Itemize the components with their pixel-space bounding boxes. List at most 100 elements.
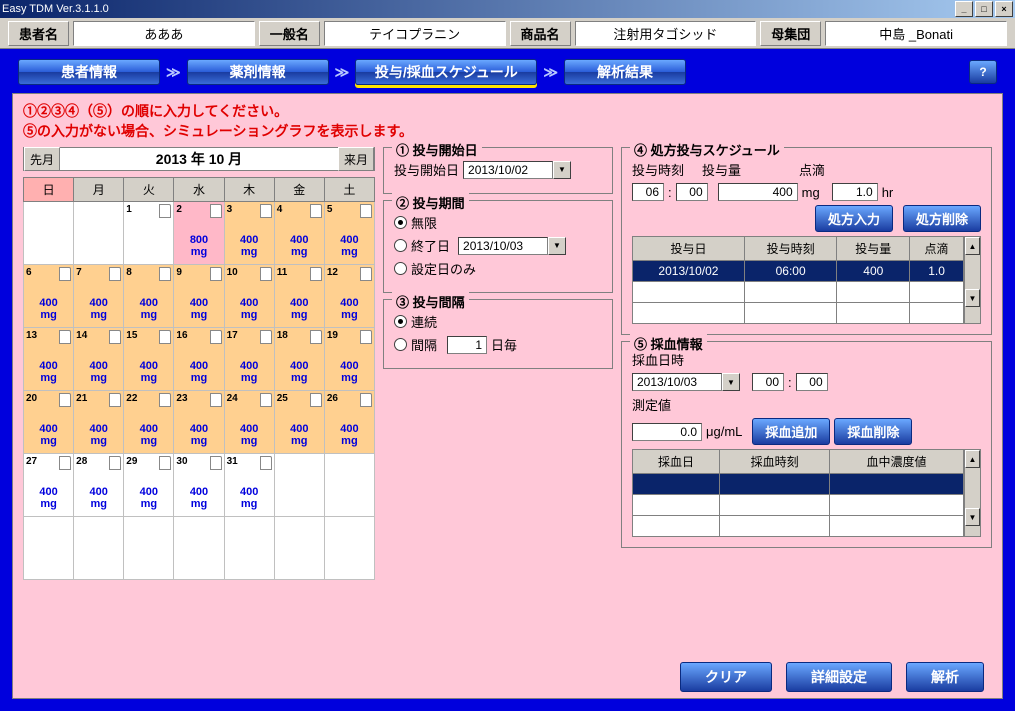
delete-prescription-button[interactable]: 処方削除 — [903, 205, 981, 232]
calendar-day[interactable]: 11400mg — [274, 265, 324, 328]
sample-min-input[interactable]: 00 — [796, 373, 828, 391]
scroll-up-icon[interactable]: ▲ — [965, 237, 980, 255]
calendar-day[interactable]: 27400mg — [24, 454, 74, 517]
group3-title: ③ 投与間隔 — [392, 292, 469, 311]
calendar-day[interactable]: 14400mg — [74, 328, 124, 391]
next-month-button[interactable]: 来月 — [338, 147, 374, 171]
calendar-day[interactable]: 29400mg — [124, 454, 174, 517]
calendar-day[interactable]: 16400mg — [174, 328, 224, 391]
interval-input[interactable]: 1 — [447, 336, 487, 354]
calendar-day[interactable]: 8400mg — [124, 265, 174, 328]
radio-end-date[interactable]: 終了日 2013/10/03 ▼ — [394, 236, 602, 255]
calendar-day[interactable] — [224, 517, 274, 580]
dose-hour-input[interactable]: 06 — [632, 183, 664, 201]
end-date-combo[interactable]: 2013/10/03 ▼ — [458, 237, 566, 255]
calendar-day[interactable]: 20400mg — [24, 391, 74, 454]
scrollbar[interactable]: ▲ ▼ — [964, 236, 981, 324]
tab-schedule[interactable]: 投与/採血スケジュール — [355, 59, 537, 85]
calendar-day[interactable] — [324, 517, 374, 580]
calendar-day[interactable]: 3400mg — [224, 202, 274, 265]
measurement-input[interactable]: 0.0 — [632, 423, 702, 441]
prev-month-button[interactable]: 先月 — [24, 147, 60, 171]
group5-title: ⑤ 採血情報 — [630, 334, 707, 353]
window-title: Easy TDM Ver.3.1.1.0 — [2, 3, 109, 15]
sample-table[interactable]: 採血日採血時刻血中濃度値 — [632, 449, 964, 537]
instruction-1: ①②③④（⑤）の順に入力してください。 — [23, 102, 992, 122]
calendar-day[interactable]: 25400mg — [274, 391, 324, 454]
calendar-day[interactable] — [24, 202, 74, 265]
chevron-icon: ≫ — [166, 64, 181, 81]
radio-unlimited[interactable]: 無限 — [394, 213, 602, 232]
chevron-down-icon[interactable]: ▼ — [553, 161, 571, 179]
add-prescription-button[interactable]: 処方入力 — [815, 205, 893, 232]
group4-title: ④ 処方投与スケジュール — [630, 140, 784, 159]
dose-amount-input[interactable]: 400 — [718, 183, 798, 201]
calendar-day[interactable]: 7400mg — [74, 265, 124, 328]
calendar-day[interactable] — [174, 517, 224, 580]
calendar-day[interactable]: 12400mg — [324, 265, 374, 328]
calendar-table[interactable]: 日月火水木金土 12800mg3400mg4400mg5400mg6400mg7… — [23, 177, 375, 580]
calendar-day[interactable]: 22400mg — [124, 391, 174, 454]
calendar-day[interactable]: 21400mg — [74, 391, 124, 454]
radio-continuous[interactable]: 連続 — [394, 312, 602, 331]
dose-min-input[interactable]: 00 — [676, 183, 708, 201]
calendar-day[interactable]: 9400mg — [174, 265, 224, 328]
calendar-day[interactable]: 24400mg — [224, 391, 274, 454]
clear-button[interactable]: クリア — [680, 662, 772, 692]
chevron-down-icon[interactable]: ▼ — [722, 373, 740, 391]
product-label: 商品名 — [510, 21, 571, 46]
radio-set-day-only[interactable]: 設定日のみ — [394, 259, 602, 278]
calendar-day[interactable]: 13400mg — [24, 328, 74, 391]
calendar-day[interactable] — [74, 202, 124, 265]
scroll-down-icon[interactable]: ▼ — [965, 289, 980, 307]
help-button[interactable]: ? — [969, 60, 997, 84]
minimize-button[interactable]: _ — [955, 1, 973, 17]
calendar-day[interactable] — [324, 454, 374, 517]
scrollbar[interactable]: ▲ ▼ — [964, 449, 981, 537]
scroll-up-icon[interactable]: ▲ — [965, 450, 980, 468]
sample-date-combo[interactable]: 2013/10/03 ▼ — [632, 373, 740, 391]
radio-interval[interactable]: 間隔 1 日毎 — [394, 335, 602, 354]
dose-amount-label: 投与量 — [702, 160, 741, 179]
start-date-combo[interactable]: 2013/10/02 ▼ — [463, 161, 571, 179]
instruction-2: ⑤の入力がない場合、シミュレーショングラフを表示します。 — [23, 122, 992, 142]
prescription-table[interactable]: 投与日投与時刻投与量点滴 2013/10/0206:004001.0 — [632, 236, 964, 324]
calendar-day[interactable] — [274, 454, 324, 517]
detail-settings-button[interactable]: 詳細設定 — [786, 662, 892, 692]
population-value: 中島 _Bonati — [825, 21, 1007, 46]
calendar-day[interactable]: 18400mg — [274, 328, 324, 391]
tab-patient-info[interactable]: 患者情報 — [18, 59, 160, 85]
maximize-button[interactable]: □ — [975, 1, 993, 17]
calendar-day[interactable]: 17400mg — [224, 328, 274, 391]
calendar-day[interactable]: 10400mg — [224, 265, 274, 328]
calendar-day[interactable] — [74, 517, 124, 580]
analyze-button[interactable]: 解析 — [906, 662, 984, 692]
tab-drug-info[interactable]: 薬剤情報 — [187, 59, 329, 85]
chevron-down-icon[interactable]: ▼ — [548, 237, 566, 255]
calendar-day[interactable]: 4400mg — [274, 202, 324, 265]
add-sample-button[interactable]: 採血追加 — [752, 418, 830, 445]
close-button[interactable]: × — [995, 1, 1013, 17]
calendar-day[interactable]: 2800mg — [174, 202, 224, 265]
calendar-month: 2013 年 10 月 — [60, 149, 338, 169]
calendar-day[interactable]: 26400mg — [324, 391, 374, 454]
calendar-day[interactable]: 1 — [124, 202, 174, 265]
scroll-down-icon[interactable]: ▼ — [965, 508, 980, 526]
sample-hour-input[interactable]: 00 — [752, 373, 784, 391]
calendar-day[interactable]: 15400mg — [124, 328, 174, 391]
patient-value: あああ — [73, 21, 255, 46]
calendar-day[interactable] — [124, 517, 174, 580]
drip-input[interactable]: 1.0 — [832, 183, 878, 201]
calendar-day[interactable] — [274, 517, 324, 580]
delete-sample-button[interactable]: 採血削除 — [834, 418, 912, 445]
patient-label: 患者名 — [8, 21, 69, 46]
calendar-day[interactable]: 23400mg — [174, 391, 224, 454]
tab-results[interactable]: 解析結果 — [564, 59, 686, 85]
calendar-day[interactable]: 6400mg — [24, 265, 74, 328]
calendar-day[interactable]: 5400mg — [324, 202, 374, 265]
calendar-day[interactable]: 30400mg — [174, 454, 224, 517]
calendar-day[interactable]: 19400mg — [324, 328, 374, 391]
calendar-day[interactable] — [24, 517, 74, 580]
calendar-day[interactable]: 31400mg — [224, 454, 274, 517]
calendar-day[interactable]: 28400mg — [74, 454, 124, 517]
